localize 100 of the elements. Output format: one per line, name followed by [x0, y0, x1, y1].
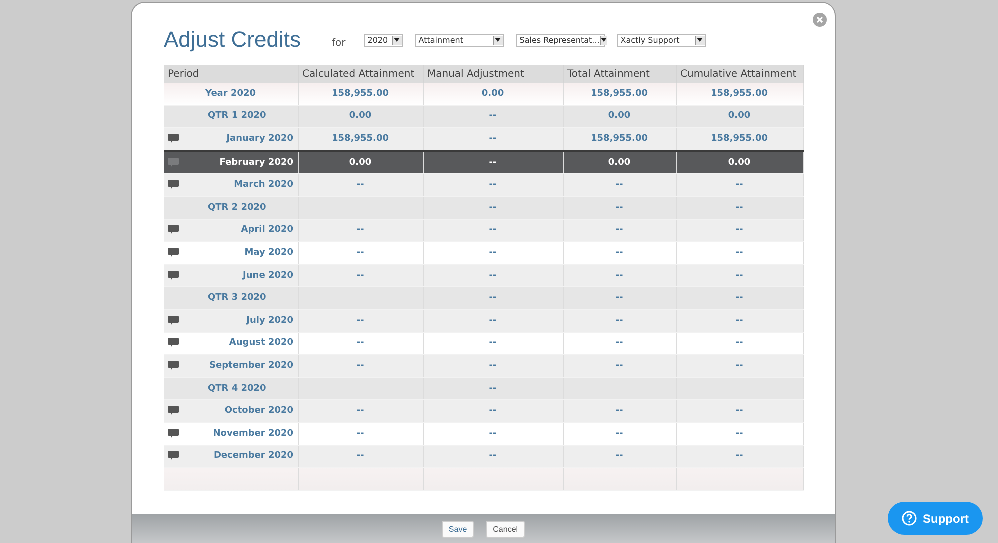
table-row[interactable]: August 2020 -- -- -- -- [164, 332, 803, 355]
table-cell: -- [489, 406, 497, 416]
table-cell: -- [356, 360, 364, 371]
table-cell: -- [616, 293, 624, 304]
table-row[interactable]: QTR 4 2020 -- [164, 377, 803, 400]
table-cell: -- [356, 338, 364, 348]
table-cell: -- [489, 360, 497, 371]
table-row[interactable]: QTR 2 2020 -- -- -- [164, 196, 803, 220]
table-cell: -- [489, 451, 497, 462]
table-cell: -- [736, 338, 744, 348]
filter-dropdown[interactable]: Attainment [414, 34, 504, 46]
table-row[interactable]: June 2020 -- -- -- -- [164, 264, 803, 287]
period-label: April 2020 [240, 225, 294, 236]
column-header: Calculated Attainment [298, 65, 423, 83]
comment-icon[interactable] [168, 338, 179, 348]
table-cell: -- [616, 406, 624, 416]
table-cell: -- [489, 428, 497, 439]
table-row[interactable]: March 2020 -- -- -- -- [164, 174, 803, 196]
table-row[interactable]: QTR 1 2020 0.00 -- 0.00 0.00 [164, 105, 803, 128]
table-row[interactable]: April 2020 -- -- -- -- [164, 219, 803, 242]
comment-icon[interactable] [168, 180, 179, 190]
filter-dropdown[interactable]: Xactly Support [616, 34, 706, 46]
table-cell: 0.00 [608, 111, 631, 122]
table-cell: -- [489, 180, 497, 190]
table-row[interactable]: Year 2020 158,955.00 0.00 158,955.00 158,955.00 [164, 83, 803, 106]
comment-icon[interactable] [168, 270, 179, 281]
table-cell: -- [489, 384, 497, 394]
column-header: Manual Adjustment [423, 65, 563, 83]
table-cell: 0.00 [728, 111, 751, 122]
period-label: QTR 4 2020 [207, 384, 268, 394]
table-row[interactable]: July 2020 -- -- -- -- [164, 309, 803, 332]
period-label: QTR 1 2020 [207, 111, 268, 122]
caret-icon [495, 38, 502, 42]
save-button[interactable]: Save [442, 520, 474, 538]
table-cell: -- [356, 316, 364, 326]
support-button[interactable]: Support [888, 502, 983, 535]
table-cell: 0.00 [728, 158, 751, 168]
table-cell: -- [356, 270, 364, 281]
table-row[interactable]: QTR 3 2020 -- -- -- [164, 286, 803, 310]
table-cell: -- [489, 202, 497, 213]
comment-icon[interactable] [168, 451, 179, 462]
table-cell: -- [489, 316, 497, 326]
table-cell: -- [489, 225, 497, 236]
table-cell: -- [616, 338, 624, 348]
table-cell: -- [489, 248, 497, 258]
table-cell: -- [736, 428, 744, 439]
table-cell: 158,955.00 [711, 88, 768, 99]
table-cell: -- [489, 134, 497, 144]
period-label: March 2020 [233, 180, 294, 190]
table-cell: 0.00 [349, 111, 372, 122]
period-label: June 2020 [242, 270, 294, 281]
table-cell: -- [736, 180, 744, 190]
cancel-button[interactable]: Cancel [486, 520, 526, 538]
table-row[interactable]: October 2020 -- -- -- -- [164, 400, 803, 422]
table-cell: -- [356, 180, 364, 190]
period-label: May 2020 [244, 248, 294, 258]
table-cell: -- [489, 338, 497, 348]
comment-icon[interactable] [168, 406, 179, 416]
table-cell: -- [616, 202, 624, 213]
table-cell: -- [736, 225, 744, 236]
period-label: July 2020 [245, 316, 294, 326]
table-row[interactable]: December 2020 -- -- -- -- [164, 445, 803, 468]
comment-icon[interactable] [168, 134, 179, 144]
table-cell: -- [356, 451, 364, 462]
comment-icon[interactable] [168, 360, 179, 371]
table-cell: 158,955.00 [332, 88, 389, 99]
comment-icon[interactable] [168, 428, 179, 439]
table-cell: -- [736, 293, 744, 304]
table-cell: 0.00 [608, 158, 631, 168]
filter-dropdown[interactable]: Sales Representat... [516, 34, 605, 46]
table-cell: -- [489, 158, 497, 168]
period-label: October 2020 [224, 406, 294, 416]
period-label: February 2020 [218, 158, 294, 168]
period-label: August 2020 [228, 338, 294, 348]
table-cell: -- [616, 270, 624, 281]
period-label: QTR 2 2020 [207, 202, 268, 213]
table-row[interactable]: January 2020 158,955.00 -- 158,955.00 158,955.00 [164, 128, 803, 151]
comment-icon[interactable] [168, 225, 179, 236]
period-label: QTR 3 2020 [207, 293, 268, 304]
period-label: December 2020 [212, 451, 294, 462]
table-row[interactable]: February 2020 0.00 -- 0.00 0.00 [164, 150, 803, 174]
table-cell: -- [736, 451, 744, 462]
table-row[interactable]: September 2020 -- -- -- -- [164, 354, 803, 378]
table-row[interactable]: May 2020 -- -- -- -- [164, 242, 803, 264]
period-label: January 2020 [225, 134, 294, 144]
table-cell: -- [736, 202, 744, 213]
filter-dropdown[interactable]: 2020 [364, 34, 403, 46]
table-cell: -- [616, 451, 624, 462]
table-cell: -- [736, 406, 744, 416]
table-cell: -- [616, 248, 624, 258]
table-row[interactable]: November 2020 -- -- -- -- [164, 422, 803, 445]
table-cell: -- [616, 180, 624, 190]
table-cell: -- [736, 248, 744, 258]
table-cell: -- [356, 428, 364, 439]
table-cell: -- [489, 270, 497, 281]
help-icon [902, 511, 917, 526]
comment-icon[interactable] [168, 248, 179, 258]
comment-icon[interactable] [168, 316, 179, 326]
period-label: Year 2020 [204, 88, 257, 99]
caret-icon [697, 38, 704, 42]
